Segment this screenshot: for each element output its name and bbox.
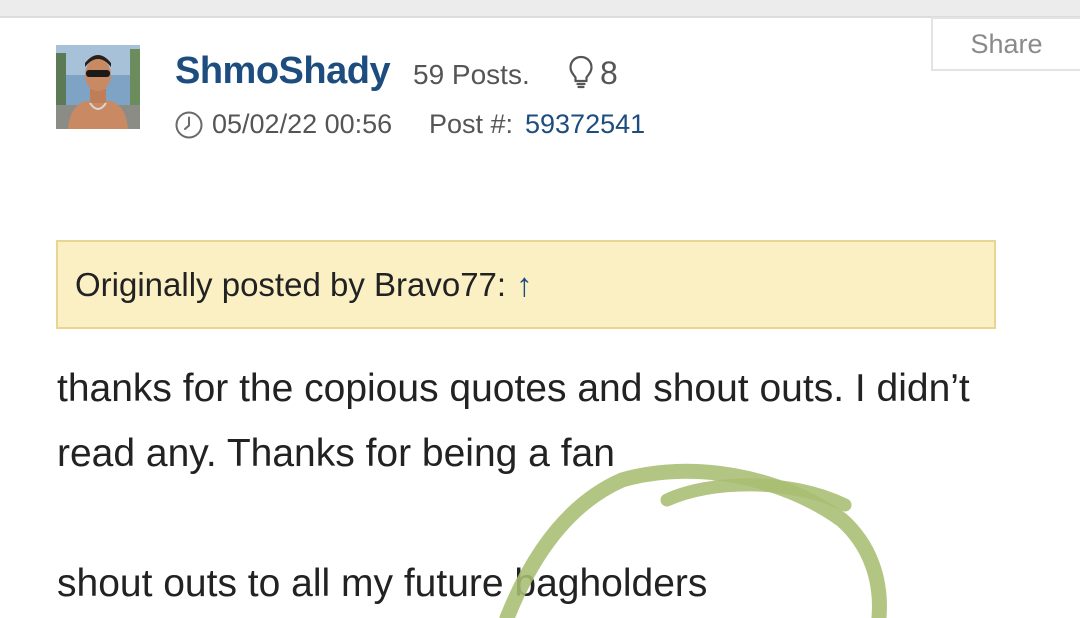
post-number-link[interactable]: 59372541 [525,109,645,140]
post-body-paragraph: shout outs to all my future bagholders [57,562,708,605]
quote-jump-arrow-icon[interactable]: ↑ [516,266,533,304]
likes-count: 8 [600,55,618,91]
lightbulb-icon[interactable] [568,55,594,89]
username-link[interactable]: ShmoShady [175,50,391,93]
avatar[interactable] [56,45,140,129]
post-number-label: Post #: [429,109,514,139]
post-body-paragraph: thanks for the copious quotes and shout … [57,367,970,475]
quote-attribution: Originally posted by Bravo77: [75,265,507,303]
share-button[interactable]: Share [931,17,1080,71]
post-timestamp: 05/02/22 00:56 [212,109,393,139]
post-count: 59 Posts. [413,59,530,90]
clock-icon [175,111,203,139]
top-bar [0,0,1080,18]
quote-block: Originally posted by Bravo77: ↑ [56,240,996,329]
